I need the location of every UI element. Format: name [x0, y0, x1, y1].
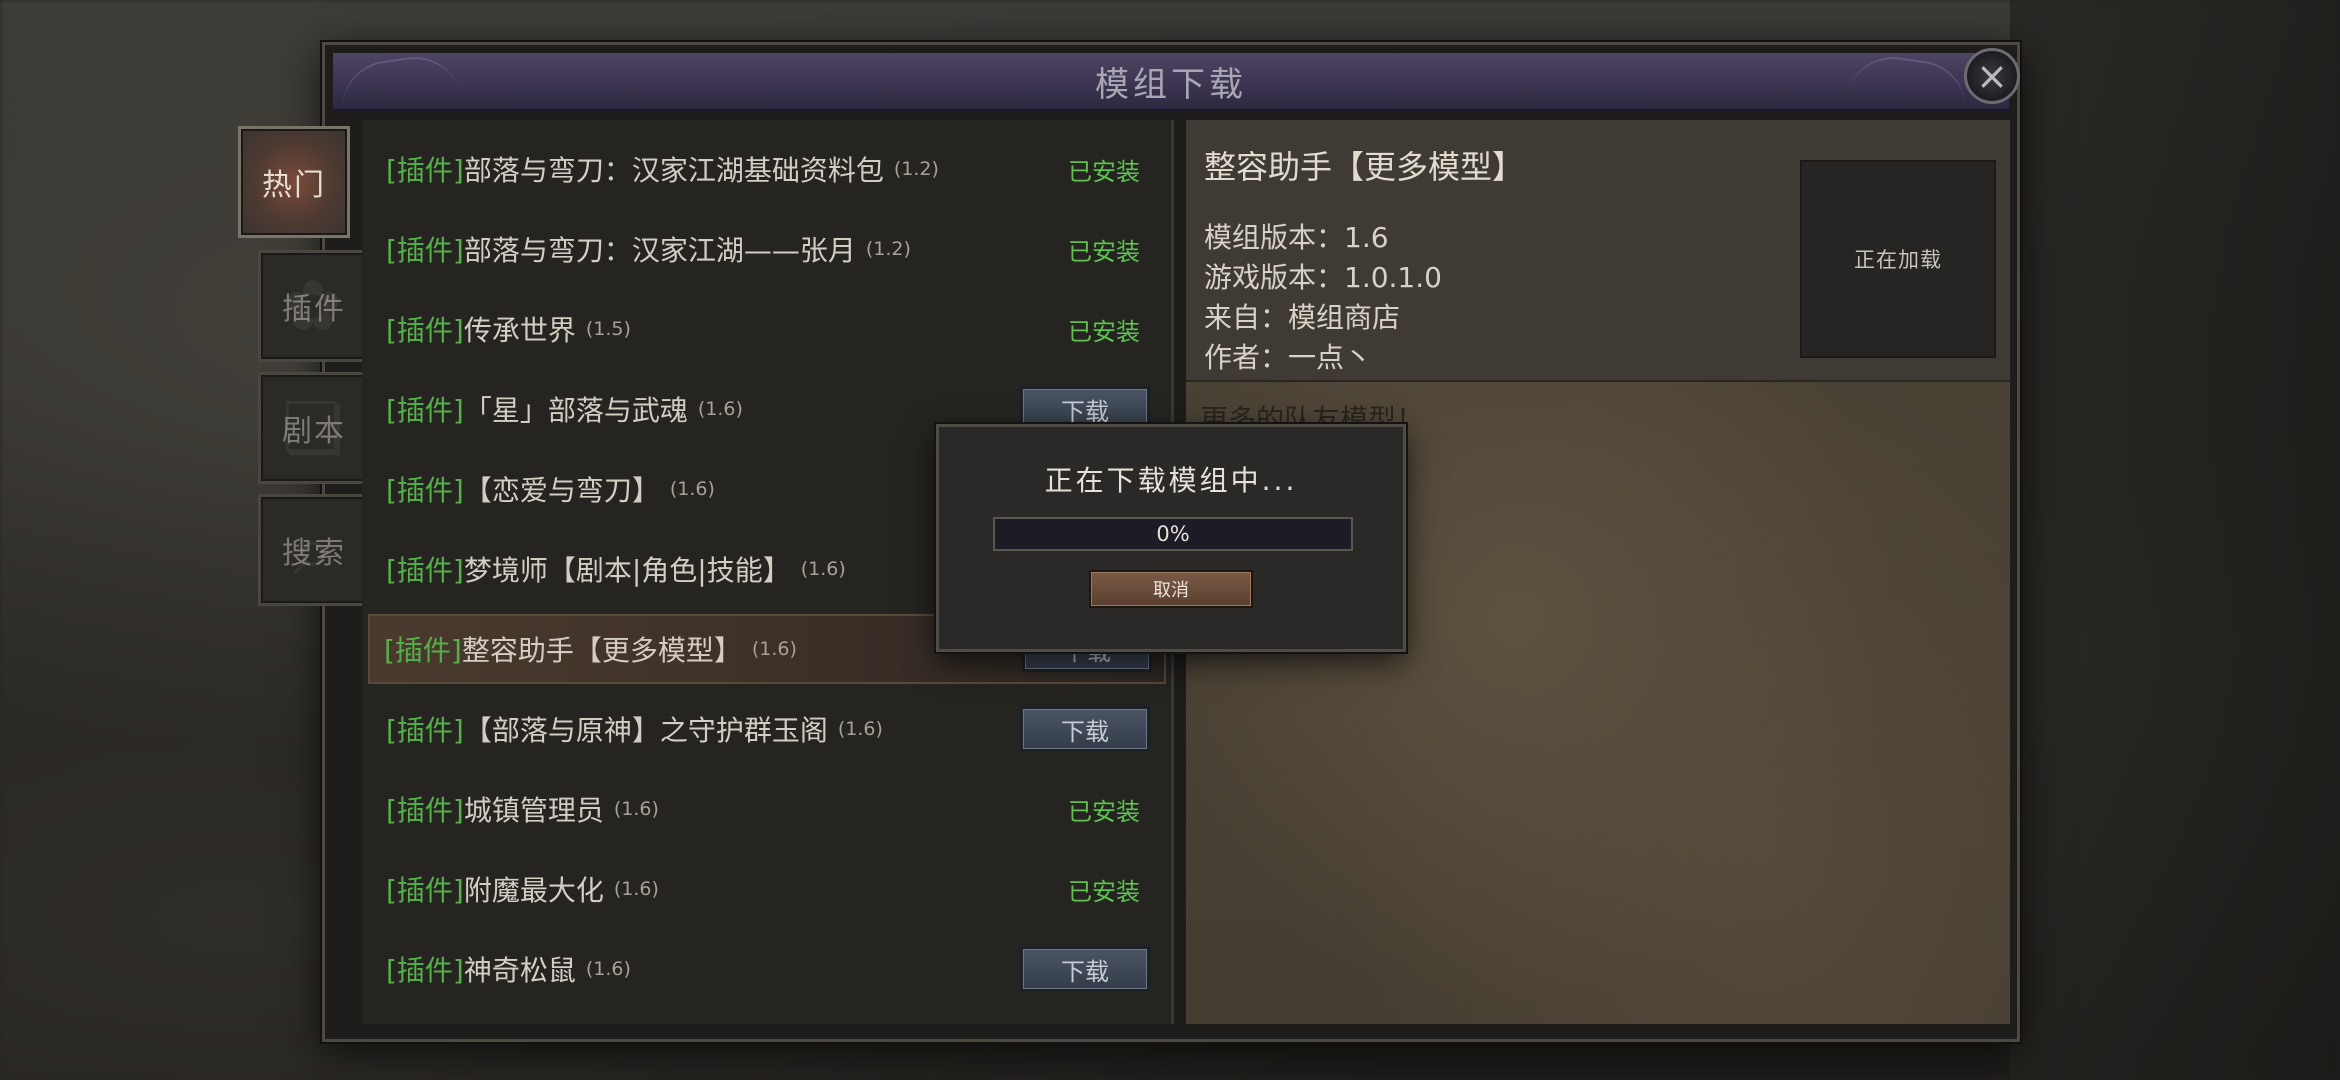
mod-version: (1.2): [865, 238, 911, 260]
author-info: 作者：一点丶: [1204, 341, 1373, 374]
download-button[interactable]: 下载: [1020, 946, 1150, 992]
mod-detail-header: 整容助手【更多模型】 模组版本：1.6 游戏版本：1.0.1.0 来自：模组商店…: [1186, 120, 2010, 382]
tab-search[interactable]: ⌕ 搜索: [258, 494, 370, 606]
mod-version: (1.6): [613, 798, 659, 820]
mod-tag: [插件]: [386, 314, 464, 347]
mod-tag: [插件]: [384, 634, 462, 667]
mod-name: 【恋爱与弯刀】: [463, 474, 660, 507]
mod-tag: [插件]: [386, 714, 464, 747]
mod-version: (1.2): [893, 158, 939, 180]
mod-name: 【部落与原神】之守护群玉阁: [463, 714, 828, 747]
download-dialog-title: 正在下载模组中...: [1044, 464, 1298, 497]
mod-name: 梦境师【剧本|角色|技能】: [463, 554, 791, 587]
tab-plugins[interactable]: ✿ 插件: [258, 250, 370, 362]
close-icon: ×: [1976, 54, 2008, 98]
list-item[interactable]: [插件] 神奇松鼠 (1.6) 下载: [372, 934, 1162, 1004]
installed-label: 已安装: [1068, 797, 1140, 826]
mod-version-info: 模组版本：1.6: [1204, 221, 1389, 254]
scroll-icon: ❏: [281, 387, 347, 469]
list-item[interactable]: [插件] 附魔最大化 (1.6) 已安装: [372, 854, 1162, 924]
mod-name: 传承世界: [463, 314, 576, 347]
mod-version: (1.6): [697, 398, 743, 420]
mod-version: (1.5): [585, 318, 631, 340]
list-item[interactable]: [插件] 城镇管理员 (1.6) 已安装: [372, 774, 1162, 844]
source-info: 来自：模组商店: [1204, 301, 1401, 334]
mod-tag: [插件]: [386, 794, 464, 827]
installed-label: 已安装: [1068, 317, 1140, 346]
installed-label: 已安装: [1068, 157, 1140, 186]
mod-tag: [插件]: [386, 394, 464, 427]
download-button[interactable]: 下载: [1020, 706, 1150, 752]
mod-tag: [插件]: [386, 474, 464, 507]
tab-scripts[interactable]: ❏ 剧本: [258, 372, 370, 484]
mod-version: (1.6): [837, 718, 883, 740]
mod-version: (1.6): [585, 958, 631, 980]
window-titlebar: 模组下载: [333, 53, 2009, 111]
mod-detail-title: 整容助手【更多模型】: [1204, 148, 1525, 186]
installed-label: 已安装: [1068, 877, 1140, 906]
mod-version: (1.6): [613, 878, 659, 900]
tab-hot-label: 热门: [262, 168, 326, 203]
list-item[interactable]: [插件] 部落与弯刀：汉家江湖基础资料包 (1.2) 已安装: [372, 134, 1162, 204]
cancel-button[interactable]: 取消: [1089, 570, 1253, 608]
window-title: 模组下载: [1095, 64, 1247, 105]
download-progress-bar: 0%: [993, 517, 1353, 551]
progress-text: 0%: [1156, 522, 1190, 546]
preview-image: 正在加载: [1800, 160, 1996, 358]
mod-name: 附魔最大化: [463, 874, 604, 907]
rose-icon: ✿: [283, 265, 345, 347]
mod-name: 城镇管理员: [463, 794, 604, 827]
mod-name: 部落与弯刀：汉家江湖基础资料包: [463, 154, 884, 187]
preview-loading-text: 正在加载: [1854, 248, 1942, 272]
close-button[interactable]: ×: [1964, 48, 2020, 104]
mod-version: (1.6): [669, 478, 715, 500]
mod-tag: [插件]: [386, 554, 464, 587]
mod-version: (1.6): [751, 638, 797, 660]
mod-version: (1.6): [800, 558, 846, 580]
list-item[interactable]: [插件] 部落与弯刀：汉家江湖——张月 (1.2) 已安装: [372, 214, 1162, 284]
mod-tag: [插件]: [386, 954, 464, 987]
mod-tag: [插件]: [386, 234, 464, 267]
mod-name: 部落与弯刀：汉家江湖——张月: [463, 234, 856, 267]
installed-label: 已安装: [1068, 237, 1140, 266]
download-dialog: 正在下载模组中... 0% 取消: [936, 424, 1406, 652]
list-item[interactable]: [插件] 【部落与原神】之守护群玉阁 (1.6) 下载: [372, 694, 1162, 764]
mod-tag: [插件]: [386, 874, 464, 907]
mod-name: 神奇松鼠: [463, 954, 576, 987]
mod-name: 整容助手【更多模型】: [461, 634, 742, 667]
mod-tag: [插件]: [386, 154, 464, 187]
list-item[interactable]: [插件] 传承世界 (1.5) 已安装: [372, 294, 1162, 364]
mod-name: 「星」部落与武魂: [463, 394, 688, 427]
game-version-info: 游戏版本：1.0.1.0: [1204, 261, 1442, 294]
tab-hot[interactable]: 热门: [238, 126, 350, 238]
search-icon: ⌕: [293, 508, 335, 591]
